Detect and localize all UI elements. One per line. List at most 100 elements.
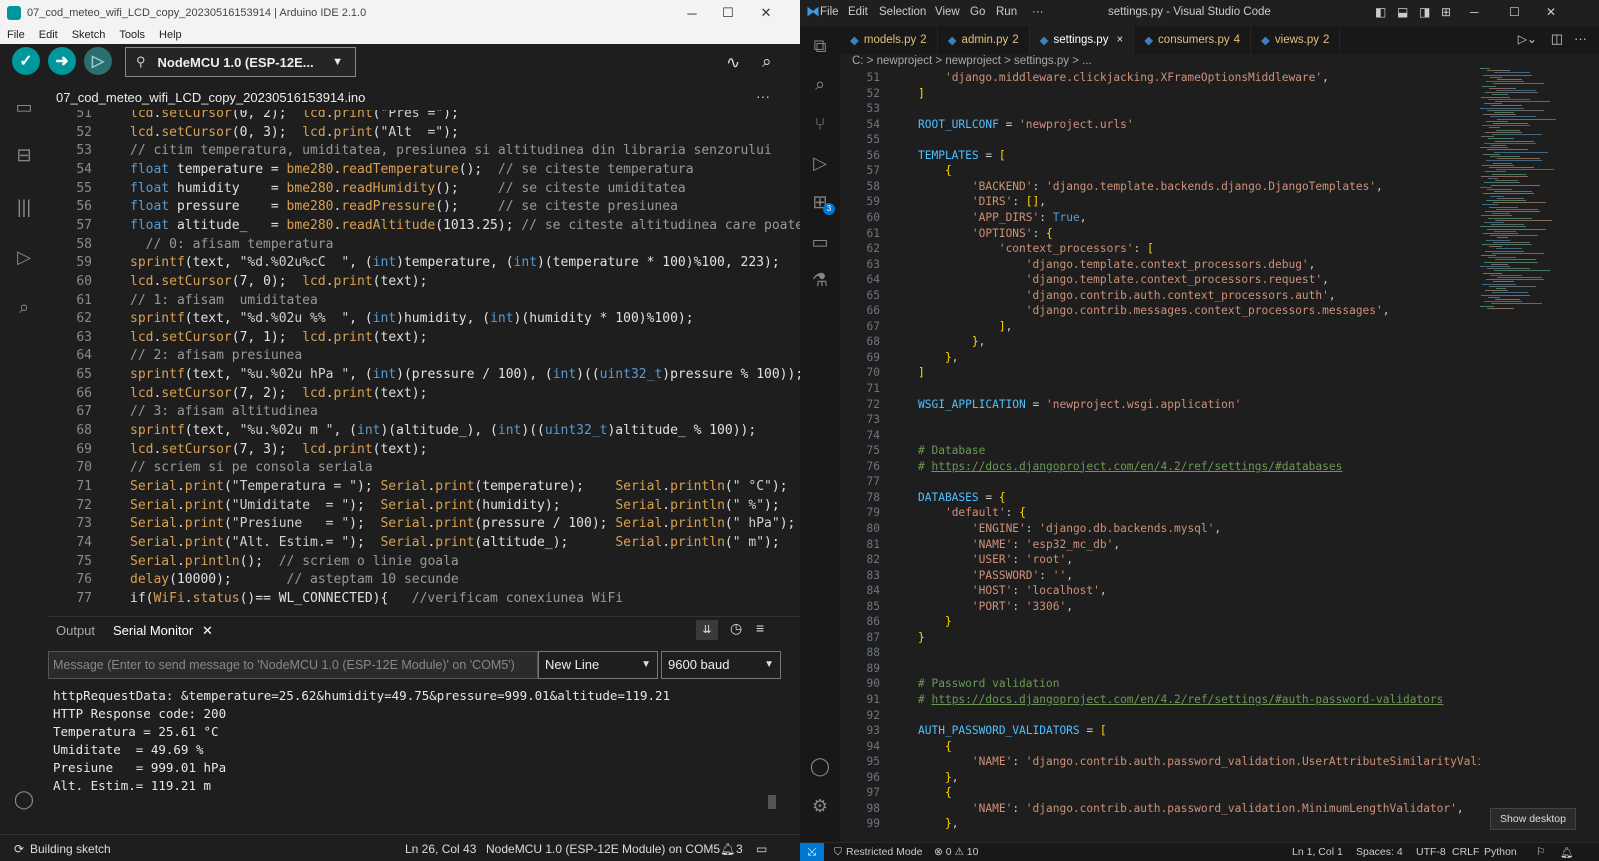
account-icon[interactable]: ◯ xyxy=(12,788,36,810)
line-number: 77 xyxy=(76,590,92,606)
menu-more[interactable]: ··· xyxy=(1032,6,1044,18)
account-icon[interactable]: ◯ xyxy=(808,754,832,778)
line-number: 70 xyxy=(76,460,92,476)
tab-views[interactable]: ◆ views.py 2 xyxy=(1251,26,1341,54)
tab-admin[interactable]: ◆ admin.py 2 xyxy=(938,26,1030,54)
library-icon[interactable]: ||| xyxy=(12,196,36,218)
tab-label: settings.py xyxy=(1053,34,1109,46)
verify-button[interactable]: ✓ xyxy=(12,47,40,75)
serial-line: Temperatura = 25.61 °C xyxy=(53,724,219,739)
maximize-icon[interactable]: ☐ xyxy=(708,0,748,26)
debug-button[interactable]: ▷ xyxy=(84,47,112,75)
board-port[interactable]: NodeMCU 1.0 (ESP-12E Module) on COM5 xyxy=(486,842,720,856)
explorer-icon[interactable]: ⧉ xyxy=(808,34,832,58)
line-number: 89 xyxy=(866,661,880,675)
minimap[interactable] xyxy=(1476,68,1566,318)
run-debug-icon[interactable]: ▷ xyxy=(808,151,832,175)
line-ending[interactable]: CRLF xyxy=(1452,846,1479,858)
notification-icon[interactable]: 🔔︎ xyxy=(1560,846,1573,859)
autoscroll-icon[interactable]: ⇊ xyxy=(696,620,718,640)
baud-rate-select[interactable]: 9600 baud ▼ xyxy=(661,651,781,679)
indentation[interactable]: Spaces: 4 xyxy=(1356,846,1403,858)
line-number: 70 xyxy=(866,366,880,380)
tab-settings[interactable]: ◆ settings.py × xyxy=(1029,26,1135,54)
restricted-mode[interactable]: Restricted Mode xyxy=(846,846,922,858)
line-number: 69 xyxy=(866,350,880,364)
more-actions-icon[interactable]: ··· xyxy=(1574,31,1587,46)
remote-icon[interactable]: ⤩ xyxy=(800,843,824,861)
testing-icon[interactable]: ⚗ xyxy=(808,268,832,292)
close-icon[interactable]: ✕ xyxy=(746,0,786,26)
line-number: 71 xyxy=(866,382,880,395)
minimize-icon[interactable]: ─ xyxy=(1470,5,1479,19)
line-number: 60 xyxy=(866,210,880,224)
layout-customize-icon[interactable]: ⊞ xyxy=(1441,5,1451,19)
code-line: 96 }, xyxy=(840,770,1480,786)
search-icon[interactable]: ⌕ xyxy=(808,72,832,96)
code-line: 77 xyxy=(840,474,1480,490)
menu-run[interactable]: Run xyxy=(996,6,1017,18)
feedback-icon[interactable]: ⚐ xyxy=(1536,846,1545,858)
menu-edit[interactable]: Edit xyxy=(32,29,65,41)
line-number: 55 xyxy=(76,180,92,196)
layout-secondary-icon[interactable]: ◨ xyxy=(1419,5,1430,19)
code-line: 55 float humidity = bme280.readHumidity()… xyxy=(48,179,800,198)
layout-sidebar-icon[interactable]: ◧ xyxy=(1375,5,1386,19)
minimap-line xyxy=(1481,294,1530,296)
board-manager-icon[interactable]: ⊟ xyxy=(12,144,36,166)
split-editor-icon[interactable]: ◫ xyxy=(1551,31,1563,47)
timestamp-icon[interactable]: ◷ xyxy=(730,620,742,637)
close-tab-icon[interactable]: × xyxy=(1116,34,1123,46)
folder-icon[interactable]: ▭ xyxy=(12,96,36,118)
notification-icon[interactable]: 🔔︎ xyxy=(720,842,735,856)
encoding[interactable]: UTF-8 xyxy=(1416,846,1446,858)
code-text: 'django.template.context_processors.debu… xyxy=(1025,257,1316,271)
scrollbar[interactable] xyxy=(768,795,776,809)
debug-icon[interactable]: ▷ xyxy=(12,246,36,268)
menu-tools[interactable]: Tools xyxy=(112,29,152,41)
language-mode[interactable]: Python xyxy=(1484,846,1517,858)
code-line: 68 sprintf(text, "%u.%02u m ", (int)(alti… xyxy=(48,421,800,440)
python-icon: ◆ xyxy=(850,35,859,47)
serial-message-input[interactable]: Message (Enter to send message to 'NodeM… xyxy=(48,651,538,679)
close-icon[interactable]: ✕ xyxy=(1546,5,1556,19)
menu-view[interactable]: View xyxy=(935,6,960,18)
upload-button[interactable]: ➜ xyxy=(48,47,76,75)
tab-models[interactable]: ◆ models.py 2 xyxy=(840,26,938,54)
tab-output[interactable]: Output xyxy=(56,623,95,638)
cursor-position[interactable]: Ln 1, Col 1 xyxy=(1292,846,1343,858)
menu-file[interactable]: File xyxy=(820,6,839,18)
maximize-icon[interactable]: ☐ xyxy=(1509,5,1520,19)
menu-sketch[interactable]: Sketch xyxy=(65,29,113,41)
run-icon[interactable]: ▷⌄ xyxy=(1518,32,1537,46)
minimize-icon[interactable]: ─ xyxy=(672,0,712,26)
tab-serial-monitor[interactable]: Serial Monitor xyxy=(113,623,193,638)
remote-explorer-icon[interactable]: ▭ xyxy=(808,230,832,254)
serial-plotter-icon[interactable]: ∿ xyxy=(726,53,740,73)
menu-selection[interactable]: Selection xyxy=(879,6,926,18)
line-number: 65 xyxy=(76,367,92,383)
problems-count[interactable]: ⊗ 0 ⚠ 10 xyxy=(934,846,978,858)
menu-edit[interactable]: Edit xyxy=(848,6,868,18)
layout-panel-icon[interactable]: ⬓ xyxy=(1397,5,1408,19)
panel-toggle-icon[interactable]: ▭ xyxy=(756,842,767,856)
more-icon[interactable]: ··· xyxy=(756,88,770,104)
tab-consumers[interactable]: ◆ consumers.py 4 xyxy=(1134,26,1252,54)
search-icon[interactable]: ⌕ xyxy=(12,296,36,318)
menu-help[interactable]: Help xyxy=(152,29,189,41)
serial-monitor-icon[interactable]: ⌕ xyxy=(762,52,772,72)
board-selector[interactable]: ⚲ NodeMCU 1.0 (ESP-12E... ▼ xyxy=(125,47,356,77)
source-control-icon[interactable]: ⑂ xyxy=(808,112,832,136)
line-ending-select[interactable]: New Line ▼ xyxy=(538,651,658,679)
settings-gear-icon[interactable]: ⚙ xyxy=(808,794,832,818)
clear-output-icon[interactable]: ≡ xyxy=(756,620,764,636)
breadcrumb[interactable]: C: > newproject > newproject > settings.… xyxy=(852,55,1092,71)
arduino-code-editor[interactable]: 51 lcd.setCursor(0, 2); lcd.print("Pres =… xyxy=(48,110,800,616)
close-tab-icon[interactable]: ✕ xyxy=(202,623,213,639)
menu-go[interactable]: Go xyxy=(970,6,985,18)
code-text: sprintf(text, "%u.%02u hPa ", (int)(pres… xyxy=(130,367,800,383)
file-tab[interactable]: 07_cod_meteo_wifi_LCD_copy_2023051615391… xyxy=(48,88,800,110)
code-line: 75 Serial.println(); // scriem o linie go… xyxy=(48,552,800,571)
menu-file[interactable]: File xyxy=(0,29,32,41)
vscode-code-editor[interactable]: 51 'django.middleware.clickjacking.XFram… xyxy=(840,72,1480,842)
